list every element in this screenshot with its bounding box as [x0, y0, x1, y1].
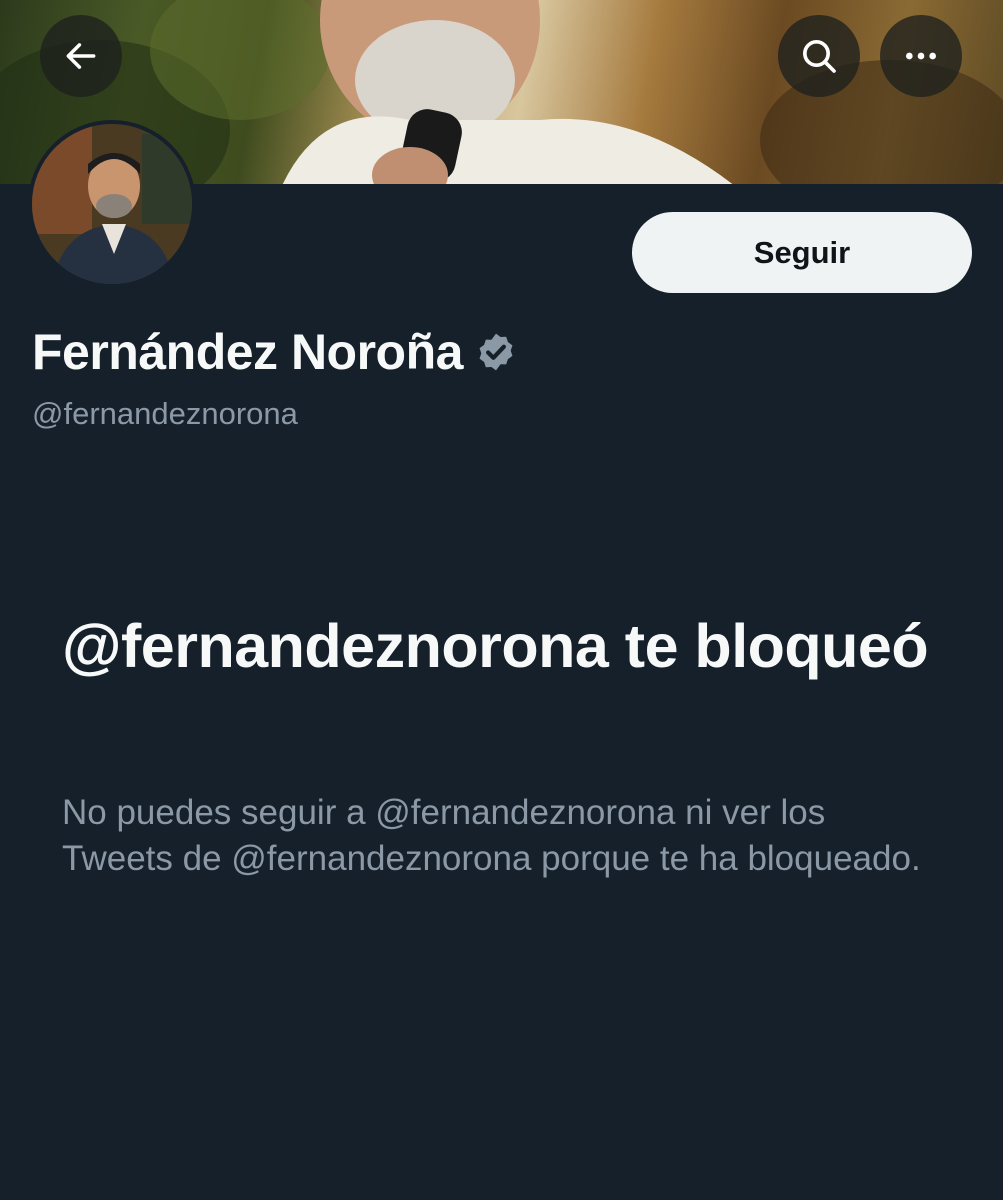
- arrow-left-icon: [66, 43, 96, 69]
- avatar-photo: [32, 124, 192, 284]
- profile-avatar[interactable]: [28, 120, 196, 288]
- display-name: Fernández Noroña: [32, 324, 463, 380]
- banner-person-image: [282, 0, 733, 184]
- more-options-button[interactable]: [880, 15, 962, 97]
- profile-handle: @fernandeznorona: [32, 396, 298, 431]
- follow-button[interactable]: Seguir: [632, 212, 972, 293]
- profile-name-row: Fernández Noroña: [32, 322, 517, 382]
- more-horizontal-icon: [906, 52, 936, 60]
- search-button[interactable]: [778, 15, 860, 97]
- blocked-title: @fernandeznorona te bloqueó: [62, 612, 929, 680]
- verified-badge-icon[interactable]: [475, 331, 517, 373]
- back-button[interactable]: [40, 15, 122, 97]
- search-icon: [803, 40, 836, 73]
- blocked-message: No puedes seguir a @fernandeznorona ni v…: [62, 793, 921, 878]
